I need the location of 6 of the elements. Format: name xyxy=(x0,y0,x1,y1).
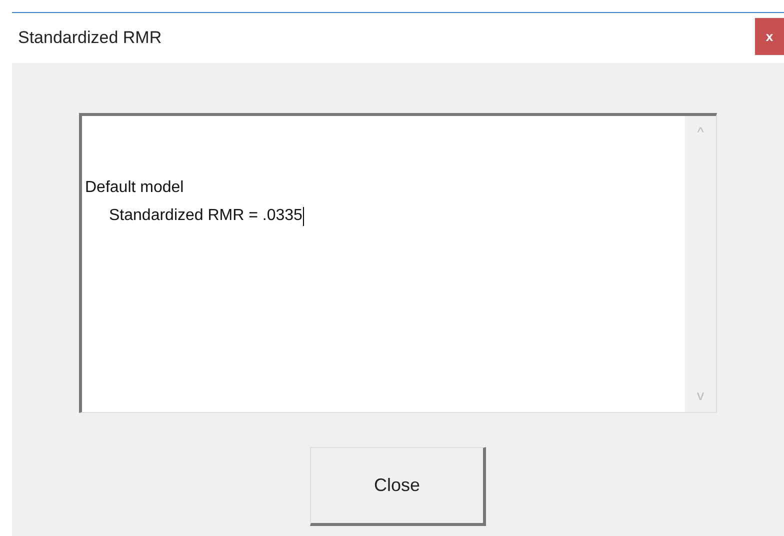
window-title: Standardized RMR xyxy=(17,27,162,50)
output-line: Standardized RMR = .0335 xyxy=(109,206,302,226)
output-line: Default model xyxy=(85,178,184,198)
text-caret xyxy=(303,206,304,226)
window-close-x[interactable]: x xyxy=(755,18,784,55)
close-dialog-button[interactable]: Close xyxy=(310,447,486,526)
